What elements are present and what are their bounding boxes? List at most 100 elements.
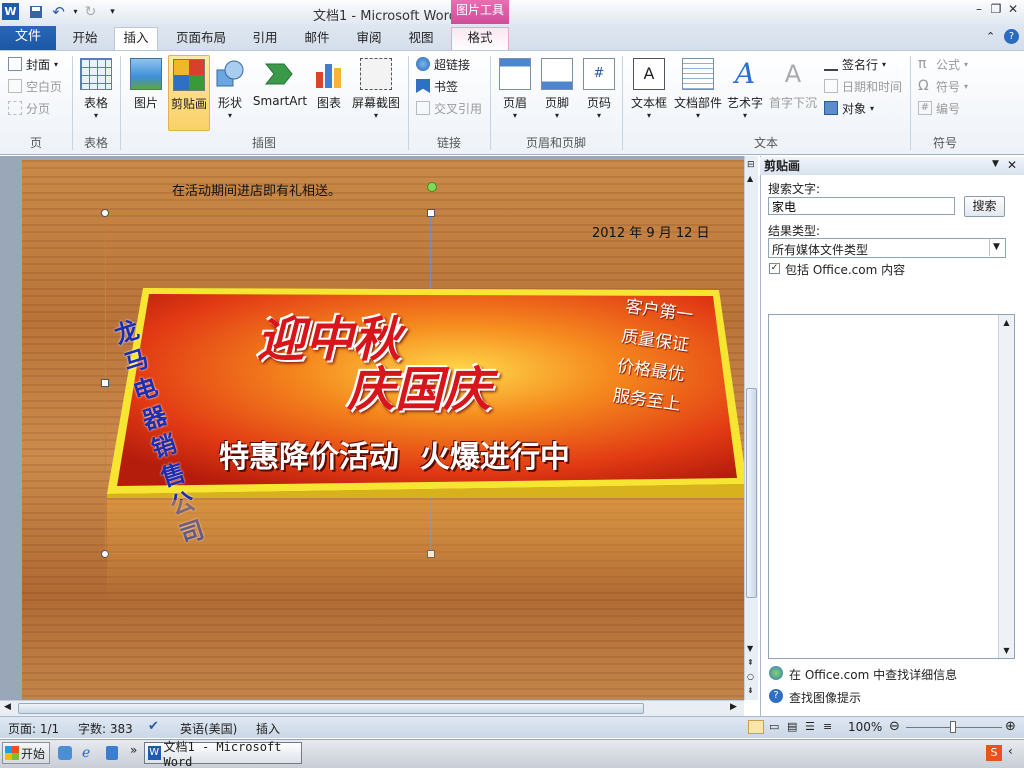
bookmark-button[interactable]: 书签 <box>416 76 458 96</box>
minimize-icon[interactable]: – <box>970 2 988 18</box>
pane-options-icon[interactable]: ▼ <box>992 159 999 169</box>
clipart-button[interactable]: 剪贴画 <box>168 55 210 131</box>
tab-references[interactable]: 引用 <box>243 28 287 50</box>
object-button[interactable]: 对象 ▾ <box>824 98 874 118</box>
prev-page-icon[interactable]: ⇞ <box>747 658 754 667</box>
scroll-up-icon[interactable]: ▲ <box>747 174 753 183</box>
ruler-toggle-icon[interactable]: ⊟ <box>747 160 755 170</box>
horizontal-scrollbar[interactable]: ◀ ▶ <box>0 700 744 716</box>
header-button[interactable]: 页眉 ▾ <box>497 55 533 131</box>
dropcap-button[interactable]: A 首字下沉 <box>768 55 818 131</box>
quicklaunch-app-icon[interactable] <box>106 746 118 760</box>
taskbar-word-button[interactable]: W 文档1 - Microsoft Word <box>144 740 302 769</box>
tab-insert[interactable]: 插入 <box>114 27 158 51</box>
zoom-out-icon[interactable]: ⊖ <box>889 719 900 734</box>
zoom-level[interactable]: 100% <box>848 720 882 734</box>
scroll-left-icon[interactable]: ◀ <box>4 702 11 712</box>
smartart-button[interactable]: SmartArt <box>252 55 308 131</box>
resize-handle[interactable] <box>427 209 435 217</box>
symbol-button[interactable]: Ω 符号 ▾ <box>918 76 968 96</box>
vertical-scroll-thumb[interactable] <box>746 388 757 598</box>
tray-expand-icon[interactable]: ‹ <box>1008 744 1013 758</box>
textbox-button[interactable]: A 文本框 ▾ <box>628 55 670 131</box>
status-mode[interactable]: 插入 <box>256 720 280 737</box>
tab-view[interactable]: 视图 <box>399 28 443 50</box>
outline-view-icon[interactable]: ☰ <box>805 720 815 733</box>
include-office-checkbox[interactable]: ✓ <box>769 263 780 274</box>
shapes-button[interactable]: 形状 ▾ <box>212 55 248 131</box>
page-number-button[interactable]: # 页码 ▾ <box>581 55 617 131</box>
tab-page-layout[interactable]: 页面布局 <box>170 28 232 50</box>
quickparts-button[interactable]: 文档部件 ▾ <box>672 55 724 131</box>
crossref-button[interactable]: 交叉引用 <box>416 98 482 118</box>
tab-mailings[interactable]: 邮件 <box>295 28 339 50</box>
tab-file[interactable]: 文件 <box>0 26 56 50</box>
next-page-icon[interactable]: ⇟ <box>747 686 754 695</box>
office-online-link[interactable]: 在 Office.com 中查找详细信息 <box>789 666 957 683</box>
picture-button[interactable]: 图片 <box>126 55 166 131</box>
search-button[interactable]: 搜索 <box>964 196 1005 217</box>
scroll-down-icon[interactable]: ▼ <box>999 646 1014 655</box>
collapse-ribbon-icon[interactable]: ⌃ <box>986 30 995 43</box>
pane-close-icon[interactable]: ✕ <box>1007 158 1017 172</box>
clipart-icon <box>173 59 205 91</box>
full-screen-view-icon[interactable]: ▭ <box>769 720 779 733</box>
internet-explorer-icon[interactable]: ℯ <box>82 745 90 761</box>
proofing-icon[interactable]: ✔ <box>148 719 159 734</box>
start-button[interactable]: 开始 <box>2 742 50 764</box>
scroll-right-icon[interactable]: ▶ <box>730 702 737 712</box>
tray-app-icon[interactable]: S <box>986 745 1002 761</box>
chart-icon <box>313 58 345 90</box>
wordart-button[interactable]: A 艺术字 ▾ <box>726 55 764 131</box>
results-type-label: 结果类型: <box>768 224 821 238</box>
tab-format[interactable]: 格式 <box>451 27 509 51</box>
rotate-handle[interactable] <box>427 182 437 192</box>
image-tips-link[interactable]: 查找图像提示 <box>789 689 861 706</box>
close-icon[interactable]: ✕ <box>1004 2 1022 18</box>
crossref-icon <box>416 101 430 115</box>
zoom-in-icon[interactable]: ⊕ <box>1005 719 1016 734</box>
tab-home[interactable]: 开始 <box>62 28 108 50</box>
search-input[interactable] <box>768 197 955 215</box>
results-scrollbar[interactable]: ▲ ▼ <box>998 315 1014 658</box>
screenshot-button[interactable]: 屏幕截图 ▾ <box>348 55 404 131</box>
zoom-slider-thumb[interactable] <box>950 721 956 733</box>
scroll-down-icon[interactable]: ▼ <box>747 644 753 653</box>
vertical-scrollbar[interactable]: ⊟ ▲ ▼ ⇞ ○ ⇟ <box>744 156 758 700</box>
hash-icon: # <box>918 101 932 115</box>
equation-button[interactable]: π 公式 ▾ <box>918 54 968 74</box>
document-page[interactable]: 在活动期间进店即有礼相送。 2012 年 9 月 12 日 龙马电器销售公司 迎… <box>22 160 744 700</box>
number-button[interactable]: # 编号 <box>918 98 960 118</box>
draft-view-icon[interactable]: ≡ <box>823 720 832 733</box>
help-icon: ? <box>769 689 783 703</box>
screenshot-icon <box>360 58 392 90</box>
cover-page-button[interactable]: 封面 ▾ <box>8 54 58 74</box>
status-language[interactable]: 英语(美国) <box>180 720 237 737</box>
page-break-button[interactable]: 分页 <box>8 98 50 118</box>
help-icon[interactable]: ? <box>1004 29 1019 44</box>
scroll-up-icon[interactable]: ▲ <box>999 318 1014 327</box>
group-label-text: 文本 <box>753 136 778 150</box>
print-layout-view-icon[interactable] <box>748 720 764 734</box>
web-layout-view-icon[interactable]: ▤ <box>787 720 797 733</box>
status-page[interactable]: 页面: 1/1 <box>8 720 59 737</box>
table-button[interactable]: 表格 ▾ <box>76 55 116 131</box>
blank-page-button[interactable]: 空白页 <box>8 76 62 96</box>
chart-button[interactable]: 图表 <box>312 55 346 131</box>
tab-review[interactable]: 审阅 <box>347 28 391 50</box>
show-desktop-icon[interactable] <box>58 746 72 760</box>
horizontal-scroll-thumb[interactable] <box>18 703 644 714</box>
hyperlink-button[interactable]: 超链接 <box>416 54 470 74</box>
date-time-button[interactable]: 日期和时间 <box>824 76 902 96</box>
media-type-select[interactable]: 所有媒体文件类型 ▼ <box>768 238 1006 258</box>
browse-object-icon[interactable]: ○ <box>747 672 754 681</box>
footer-button[interactable]: 页脚 ▾ <box>539 55 575 131</box>
status-words[interactable]: 字数: 383 <box>78 720 133 737</box>
more-quicklaunch-icon[interactable]: » <box>130 743 137 757</box>
results-list[interactable]: ▲ ▼ <box>768 314 1015 659</box>
resize-handle[interactable] <box>101 209 109 217</box>
promo-banner-image[interactable]: 龙马电器销售公司 迎中秋 庆国庆 客户第一 质量保证 价格最优 服务至上 特惠降… <box>107 284 744 549</box>
chevron-down-icon[interactable]: ▼ <box>989 239 1003 256</box>
restore-icon[interactable]: ❐ <box>987 2 1005 18</box>
signature-line-button[interactable]: 签名行 ▾ <box>824 54 886 74</box>
